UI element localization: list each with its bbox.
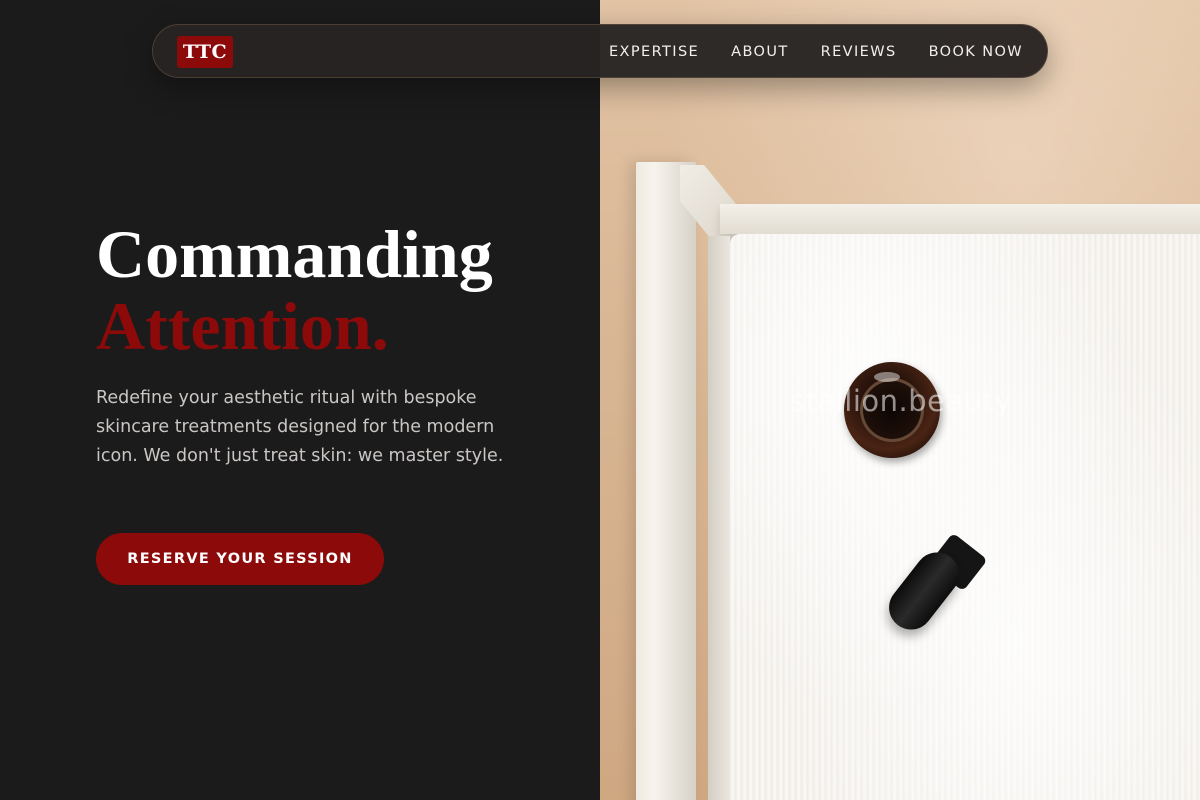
towel xyxy=(730,234,1200,800)
reserve-session-button[interactable]: RESERVE YOUR SESSION xyxy=(96,533,384,585)
nav-link-book-now[interactable]: BOOK NOW xyxy=(929,44,1023,60)
hero-title-line1: Commanding xyxy=(96,216,493,292)
nav-link-about[interactable]: ABOUT xyxy=(731,44,789,60)
hero-photo: stallion.beauty xyxy=(600,0,1200,800)
image-watermark: stallion.beauty xyxy=(790,384,1013,418)
top-navigation: TTC EXPERTISE ABOUT REVIEWS BOOK NOW xyxy=(152,24,1048,78)
tray-frame-left xyxy=(636,162,696,800)
tray-frame-top xyxy=(720,204,1200,234)
nav-links: EXPERTISE ABOUT REVIEWS BOOK NOW xyxy=(609,25,1023,79)
nav-link-expertise[interactable]: EXPERTISE xyxy=(609,44,699,60)
hero-description: Redefine your aesthetic ritual with besp… xyxy=(96,388,504,466)
bottle-shine xyxy=(874,372,900,382)
brand-logo[interactable]: TTC xyxy=(177,36,233,68)
tray-inner-edge xyxy=(708,236,730,800)
hero-title-line2: Attention. xyxy=(96,288,389,364)
nav-link-reviews[interactable]: REVIEWS xyxy=(821,44,897,60)
